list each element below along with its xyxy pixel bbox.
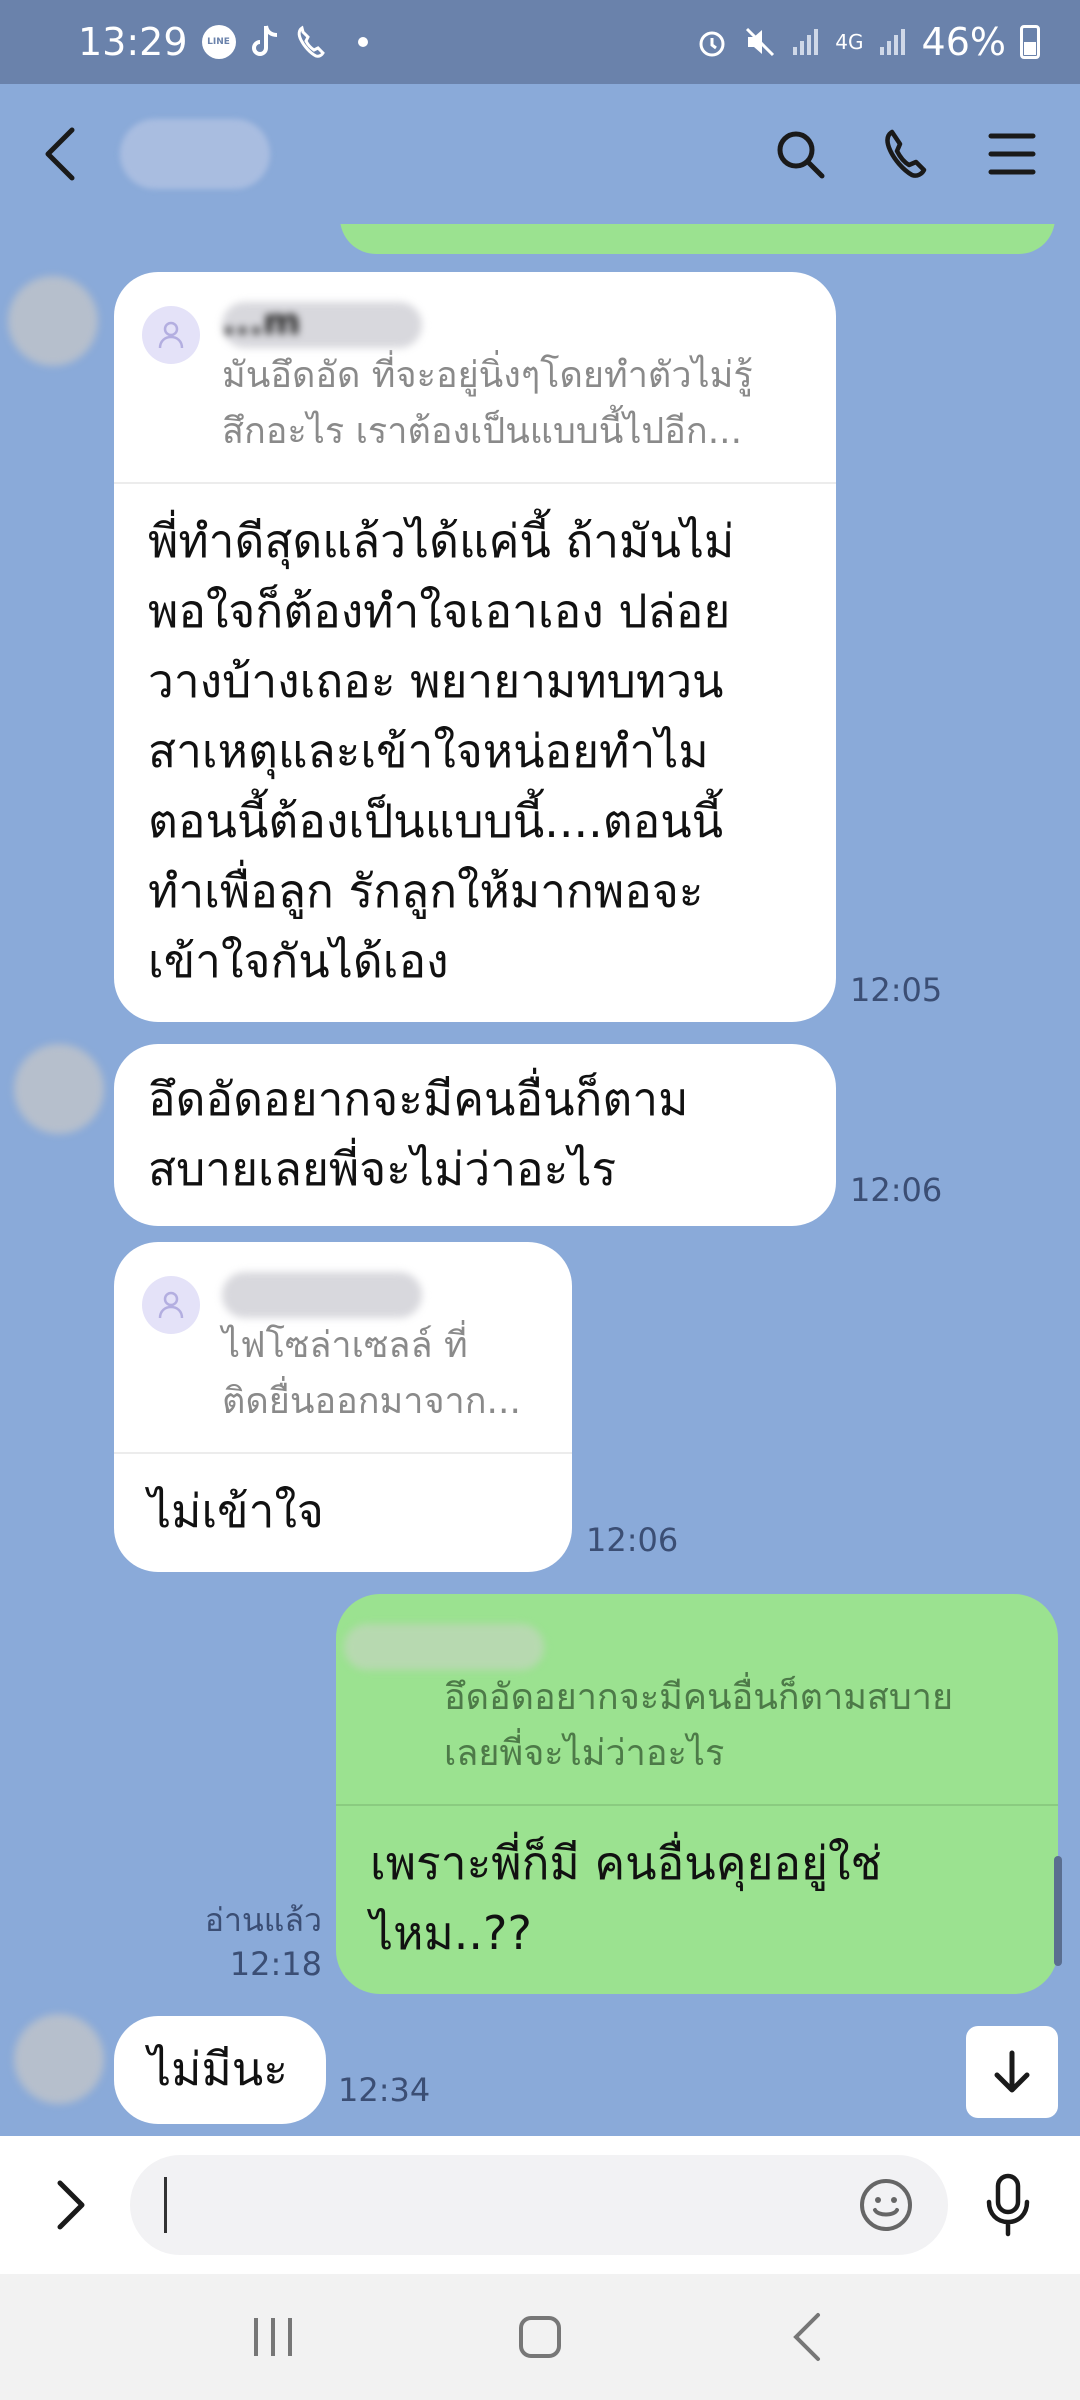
- recent-apps-icon[interactable]: [238, 2302, 308, 2372]
- user-icon: [142, 306, 200, 364]
- chat-title: [120, 119, 270, 189]
- quoted-text: ไฟโซล่าเซลล์ ที่: [222, 1325, 468, 1366]
- chat-area[interactable]: ...m มันอึดอัด ที่จะอยู่นิ่งๆโดยทำตัวไม่…: [0, 224, 1080, 2136]
- message-text: อึดอัดอยากจะมีคนอื่นก็ตาม สบายเลยพี่จะไม…: [148, 1072, 689, 1196]
- outgoing-message-bubble[interactable]: อึดอัดอยากจะมีคนอื่นก็ตามสบาย เลยพี่จะไม…: [336, 1594, 1058, 1994]
- quoted-sender-name: ...m: [222, 302, 753, 348]
- quoted-text: ติดยื่นออกมาจาก...: [222, 1381, 521, 1422]
- message-time: 12:34: [338, 2071, 431, 2109]
- read-receipt: อ่านแล้ว 12:18: [160, 1898, 322, 1986]
- tiktok-icon: [250, 24, 280, 60]
- quoted-text: มันอึดอัด ที่จะอยู่นิ่งๆโดยทำตัวไม่รู้: [222, 355, 753, 396]
- notification-dot-icon: [357, 37, 368, 47]
- signal-icon: [791, 27, 821, 57]
- network-type: 4G: [835, 30, 864, 54]
- status-bar: 13:29 LINE 4G 46%: [0, 0, 1080, 84]
- message-bubble[interactable]: ไฟโซล่าเซลล์ ที่ ติดยื่นออกมาจาก... ไม่เ…: [114, 1242, 572, 1572]
- message-time: 12:06: [586, 1521, 679, 1559]
- avatar[interactable]: [14, 1044, 104, 1134]
- quoted-sender-name: [222, 1272, 521, 1318]
- message-time: 12:18: [229, 1945, 322, 1983]
- quoted-text: เลยพี่จะไม่ว่าอะไร: [444, 1733, 725, 1774]
- back-nav-icon[interactable]: [772, 2302, 842, 2372]
- message-bubble[interactable]: ...m มันอึดอัด ที่จะอยู่นิ่งๆโดยทำตัวไม่…: [114, 272, 836, 1022]
- message-time: 12:06: [850, 1171, 943, 1209]
- read-label: อ่านแล้ว: [204, 1901, 322, 1939]
- quoted-reply[interactable]: ...m มันอึดอัด ที่จะอยู่นิ่งๆโดยทำตัวไม่…: [114, 272, 836, 484]
- avatar[interactable]: [14, 2014, 104, 2104]
- microphone-icon[interactable]: [978, 2170, 1038, 2240]
- line-app-icon: LINE: [201, 25, 236, 59]
- message-input[interactable]: [130, 2155, 948, 2255]
- message-text: ไม่มีนะ: [148, 2042, 288, 2096]
- quoted-text: สึกอะไร เราต้องเป็นแบบนี้ไปอีก...: [222, 411, 743, 452]
- message-text: พี่ทำดีสุดแล้วได้แค่นี้ ถ้ามันไม่ พอใจก็…: [148, 514, 735, 988]
- chat-header: [0, 84, 1080, 224]
- input-bar: [0, 2136, 1080, 2274]
- user-icon: [142, 1276, 200, 1334]
- quoted-text: อึดอัดอยากจะมีคนอื่นก็ตามสบาย: [444, 1677, 954, 1718]
- menu-icon[interactable]: [984, 126, 1040, 182]
- quoted-reply[interactable]: ไฟโซล่าเซลล์ ที่ ติดยื่นออกมาจาก...: [114, 1242, 572, 1454]
- message-time: 12:05: [850, 971, 943, 1009]
- message-text: ไม่เข้าใจ: [148, 1484, 324, 1538]
- alarm-icon: [695, 25, 729, 59]
- smiley-icon[interactable]: [858, 2177, 914, 2233]
- scroll-to-bottom-button[interactable]: [966, 2026, 1058, 2118]
- quoted-sender-name: [344, 1624, 953, 1670]
- text-caret: [164, 2177, 167, 2233]
- scrollbar[interactable]: [1054, 1856, 1062, 1966]
- system-navigation-bar: [0, 2274, 1080, 2400]
- arrow-down-icon: [994, 2050, 1030, 2093]
- back-button[interactable]: [40, 119, 100, 189]
- home-icon[interactable]: [505, 2302, 575, 2372]
- battery-percent: 46%: [921, 20, 1006, 64]
- quoted-reply[interactable]: อึดอัดอยากจะมีคนอื่นก็ตามสบาย เลยพี่จะไม…: [336, 1594, 1058, 1806]
- previous-message-bubble[interactable]: [340, 224, 1055, 254]
- phone-icon[interactable]: [878, 126, 934, 182]
- message-bubble[interactable]: ไม่มีนะ: [114, 2016, 326, 2124]
- chevron-right-icon[interactable]: [26, 2160, 116, 2250]
- message-text: เพราะพี่ก็มี คนอื่นคุยอยู่ใช่ ไหม..??: [370, 1836, 882, 1960]
- search-icon[interactable]: [772, 126, 828, 182]
- battery-icon: [1020, 25, 1040, 59]
- mute-icon: [743, 25, 777, 59]
- wifi-call-icon: [294, 24, 330, 60]
- signal-icon: [878, 27, 908, 57]
- avatar[interactable]: [8, 276, 98, 366]
- message-bubble[interactable]: อึดอัดอยากจะมีคนอื่นก็ตาม สบายเลยพี่จะไม…: [114, 1044, 836, 1226]
- status-time: 13:29: [78, 20, 188, 64]
